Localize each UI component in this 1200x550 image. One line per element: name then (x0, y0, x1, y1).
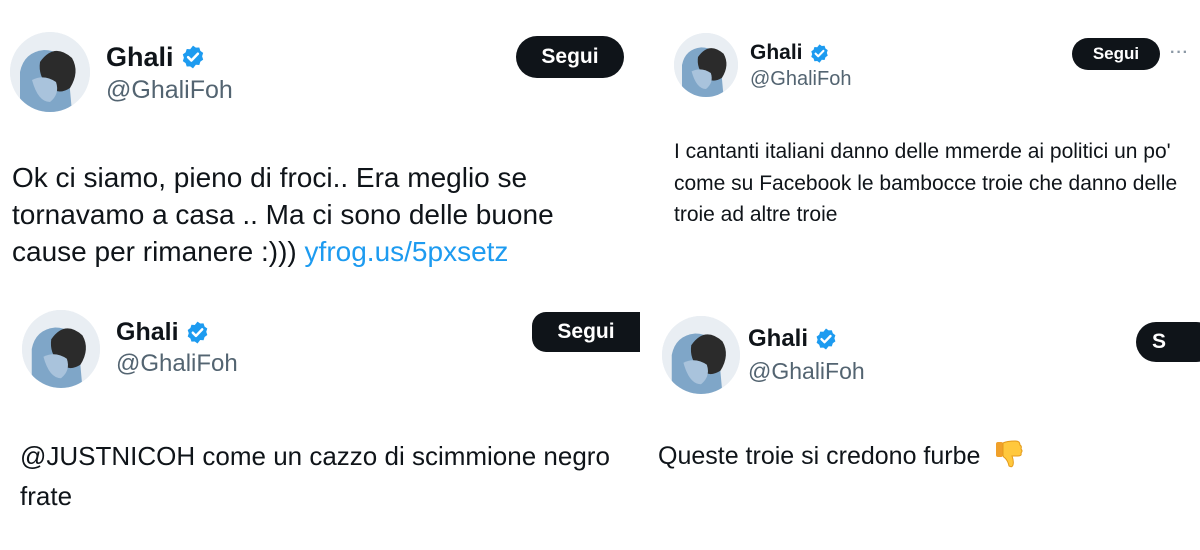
verified-badge-icon (185, 320, 210, 345)
author-row: Ghali (748, 324, 838, 354)
tweet-text-block: Ok ci siamo, pieno di froci.. Era meglio… (12, 160, 627, 271)
verified-badge-icon (814, 327, 838, 351)
tweet-card-2: Ghali @GhaliFoh Segui ··· I cantanti ita… (640, 0, 1200, 300)
avatar-image (674, 33, 738, 97)
author-row: Ghali (106, 40, 206, 74)
follow-button[interactable]: Segui (516, 36, 624, 78)
author-name[interactable]: Ghali (748, 325, 808, 353)
follow-button[interactable]: Segui (532, 312, 640, 352)
tweet-card-1: Ghali @GhaliFoh Segui Ok ci siamo, pieno… (0, 0, 640, 300)
tweet-text: @JUSTNICOH come un cazzo di scimmione ne… (20, 441, 610, 512)
tweet-text: I cantanti italiani danno delle mmerde a… (674, 140, 1178, 226)
tweet-text-block: Queste troie si credono furbe (658, 438, 1188, 473)
thumbs-down-icon (993, 438, 1025, 470)
verified-badge-icon (180, 44, 206, 70)
avatar[interactable] (10, 32, 90, 112)
author-handle[interactable]: @GhaliFoh (748, 358, 865, 385)
avatar-image (22, 310, 100, 388)
avatar[interactable] (662, 316, 740, 394)
verified-badge-icon (809, 43, 830, 64)
more-options-icon[interactable]: ··· (1170, 44, 1189, 62)
tweet-link[interactable]: yfrog.us/5pxsetz (305, 236, 509, 267)
author-handle[interactable]: @GhaliFoh (116, 350, 238, 378)
author-name[interactable]: Ghali (116, 318, 179, 347)
tweet-card-4: Ghali @GhaliFoh S Queste troie si credon… (640, 300, 1200, 550)
follow-button[interactable]: Segui (1072, 38, 1160, 70)
tweet-text: Queste troie si credono furbe (658, 442, 981, 470)
author-name[interactable]: Ghali (106, 42, 174, 73)
author-handle[interactable]: @GhaliFoh (750, 68, 851, 91)
author-row: Ghali (116, 316, 210, 348)
author-handle[interactable]: @GhaliFoh (106, 76, 233, 105)
tweet-card-3: Ghali @GhaliFoh Segui @JUSTNICOH come un… (0, 300, 640, 550)
follow-button[interactable]: S (1136, 322, 1200, 362)
avatar-image (662, 316, 740, 394)
avatar[interactable] (22, 310, 100, 388)
avatar[interactable] (674, 33, 738, 97)
author-row: Ghali (750, 40, 830, 66)
author-name[interactable]: Ghali (750, 41, 803, 65)
avatar-image (10, 32, 90, 112)
